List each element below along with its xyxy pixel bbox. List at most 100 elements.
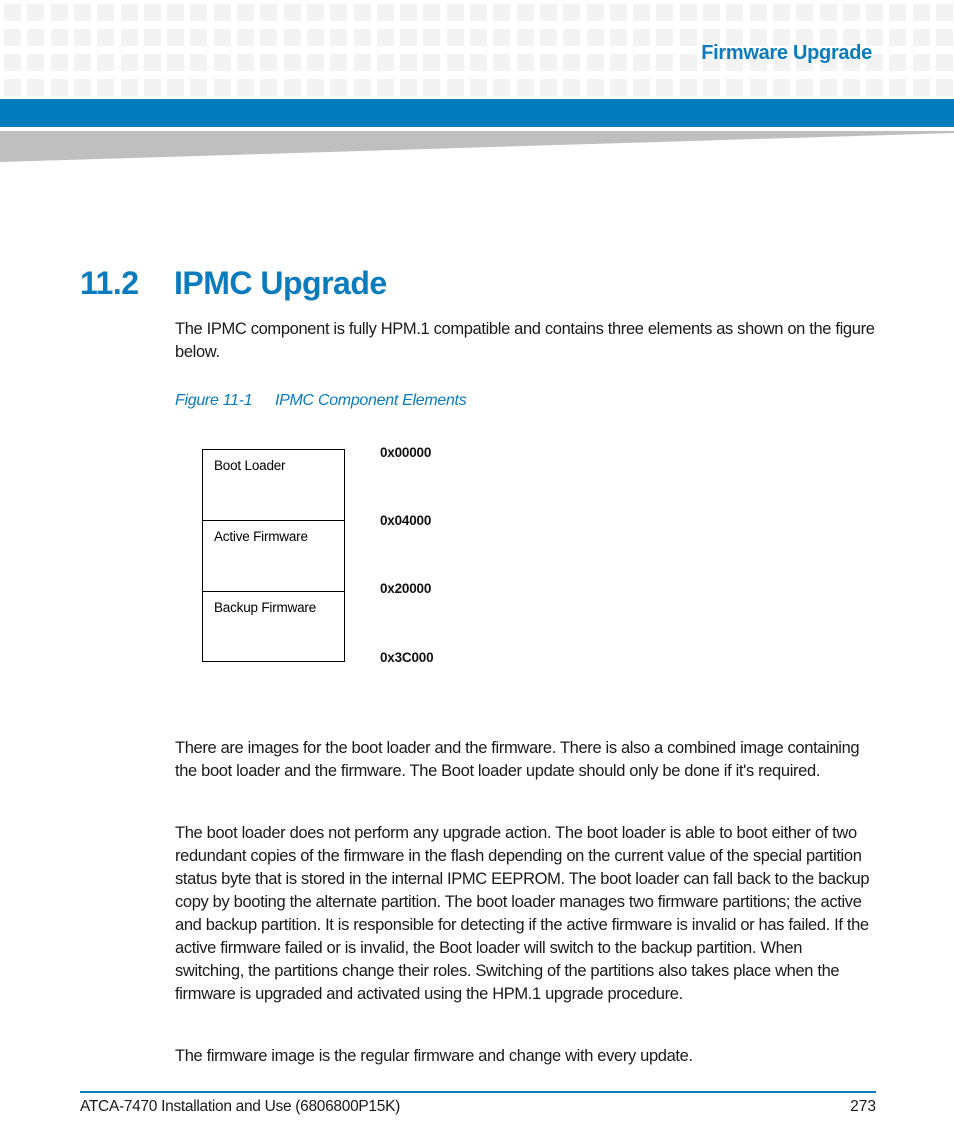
pattern-square bbox=[679, 54, 697, 71]
pattern-square bbox=[586, 79, 604, 96]
pattern-square bbox=[936, 79, 953, 96]
pattern-square bbox=[679, 79, 697, 96]
pattern-square bbox=[190, 4, 208, 21]
pattern-square bbox=[353, 79, 371, 96]
figure-title: IPMC Component Elements bbox=[275, 392, 467, 409]
pattern-square bbox=[353, 4, 371, 21]
pattern-square bbox=[423, 79, 441, 96]
pattern-square bbox=[633, 29, 651, 46]
pattern-square bbox=[446, 29, 464, 46]
pattern-square bbox=[446, 54, 464, 71]
pattern-square bbox=[283, 54, 301, 71]
pattern-square bbox=[609, 4, 627, 21]
address-label: 0x20000 bbox=[380, 581, 432, 596]
pattern-square bbox=[260, 79, 278, 96]
pattern-square bbox=[633, 79, 651, 96]
pattern-square bbox=[50, 79, 68, 96]
pattern-square bbox=[866, 4, 884, 21]
pattern-square bbox=[27, 4, 45, 21]
running-title: Firmware Upgrade bbox=[701, 42, 872, 64]
footer-rule bbox=[80, 1091, 876, 1093]
memory-block-active-firmware: Active Firmware bbox=[203, 521, 344, 592]
pattern-square bbox=[563, 79, 581, 96]
pattern-square bbox=[539, 79, 557, 96]
pattern-square bbox=[4, 54, 21, 71]
section-title: IPMC Upgrade bbox=[174, 265, 387, 301]
pattern-square bbox=[516, 29, 534, 46]
pattern-square bbox=[120, 4, 138, 21]
pattern-square bbox=[493, 54, 511, 71]
pattern-square bbox=[4, 4, 21, 21]
pattern-square bbox=[50, 29, 68, 46]
pattern-square bbox=[912, 4, 930, 21]
pattern-square bbox=[936, 29, 953, 46]
pattern-square bbox=[796, 79, 814, 96]
pattern-square bbox=[376, 29, 394, 46]
pattern-square bbox=[73, 79, 91, 96]
pattern-square bbox=[143, 29, 161, 46]
pattern-square bbox=[749, 4, 767, 21]
pattern-square bbox=[120, 54, 138, 71]
pattern-square bbox=[306, 4, 324, 21]
pattern-square bbox=[400, 54, 418, 71]
pattern-square bbox=[470, 54, 487, 71]
pattern-square bbox=[4, 29, 21, 46]
pattern-square bbox=[912, 79, 930, 96]
pattern-square bbox=[563, 29, 581, 46]
pattern-square bbox=[936, 4, 953, 21]
pattern-square bbox=[912, 54, 930, 71]
pattern-square bbox=[260, 4, 278, 21]
pattern-square bbox=[493, 29, 511, 46]
pattern-square bbox=[516, 4, 534, 21]
pattern-square bbox=[330, 29, 348, 46]
pattern-square bbox=[656, 79, 674, 96]
memory-block-boot-loader: Boot Loader bbox=[203, 450, 344, 521]
pattern-square bbox=[213, 79, 231, 96]
pattern-square bbox=[167, 79, 185, 96]
pattern-square bbox=[400, 4, 418, 21]
paragraph-intro: The IPMC component is fully HPM.1 compat… bbox=[175, 320, 875, 361]
header-blue-band bbox=[0, 99, 954, 127]
pattern-square bbox=[167, 54, 185, 71]
pattern-square bbox=[330, 4, 348, 21]
pattern-square bbox=[97, 79, 115, 96]
pattern-square bbox=[726, 79, 744, 96]
address-label: 0x04000 bbox=[380, 513, 432, 528]
pattern-square bbox=[470, 79, 487, 96]
pattern-square bbox=[97, 29, 115, 46]
pattern-square bbox=[633, 4, 651, 21]
pattern-square bbox=[50, 4, 68, 21]
header-gray-wedge bbox=[0, 131, 954, 162]
pattern-square bbox=[726, 4, 744, 21]
paragraph-images: There are images for the boot loader and… bbox=[175, 739, 860, 780]
page-number: 273 bbox=[850, 1098, 876, 1115]
pattern-square bbox=[167, 29, 185, 46]
pattern-square bbox=[237, 79, 254, 96]
pattern-square bbox=[446, 4, 464, 21]
pattern-square bbox=[516, 79, 534, 96]
pattern-square bbox=[143, 79, 161, 96]
pattern-square bbox=[889, 54, 907, 71]
pattern-square bbox=[190, 29, 208, 46]
pattern-square bbox=[143, 54, 161, 71]
pattern-square bbox=[120, 29, 138, 46]
pattern-square bbox=[539, 4, 557, 21]
pattern-square bbox=[889, 29, 907, 46]
pattern-square bbox=[283, 4, 301, 21]
memory-block-backup-firmware: Backup Firmware bbox=[214, 600, 317, 615]
pattern-square bbox=[819, 79, 837, 96]
pattern-square bbox=[423, 4, 441, 21]
pattern-square bbox=[493, 79, 511, 96]
pattern-square bbox=[143, 4, 161, 21]
pattern-square bbox=[749, 79, 767, 96]
pattern-square bbox=[470, 4, 487, 21]
pattern-square bbox=[772, 79, 790, 96]
pattern-square bbox=[609, 54, 627, 71]
pattern-square bbox=[27, 79, 45, 96]
memory-map-diagram: Boot Loader Active Firmware Backup Firmw… bbox=[202, 449, 345, 662]
pattern-square bbox=[353, 54, 371, 71]
pattern-square bbox=[213, 29, 231, 46]
address-label: 0x00000 bbox=[380, 445, 432, 460]
pattern-square bbox=[73, 54, 91, 71]
pattern-square bbox=[353, 29, 371, 46]
